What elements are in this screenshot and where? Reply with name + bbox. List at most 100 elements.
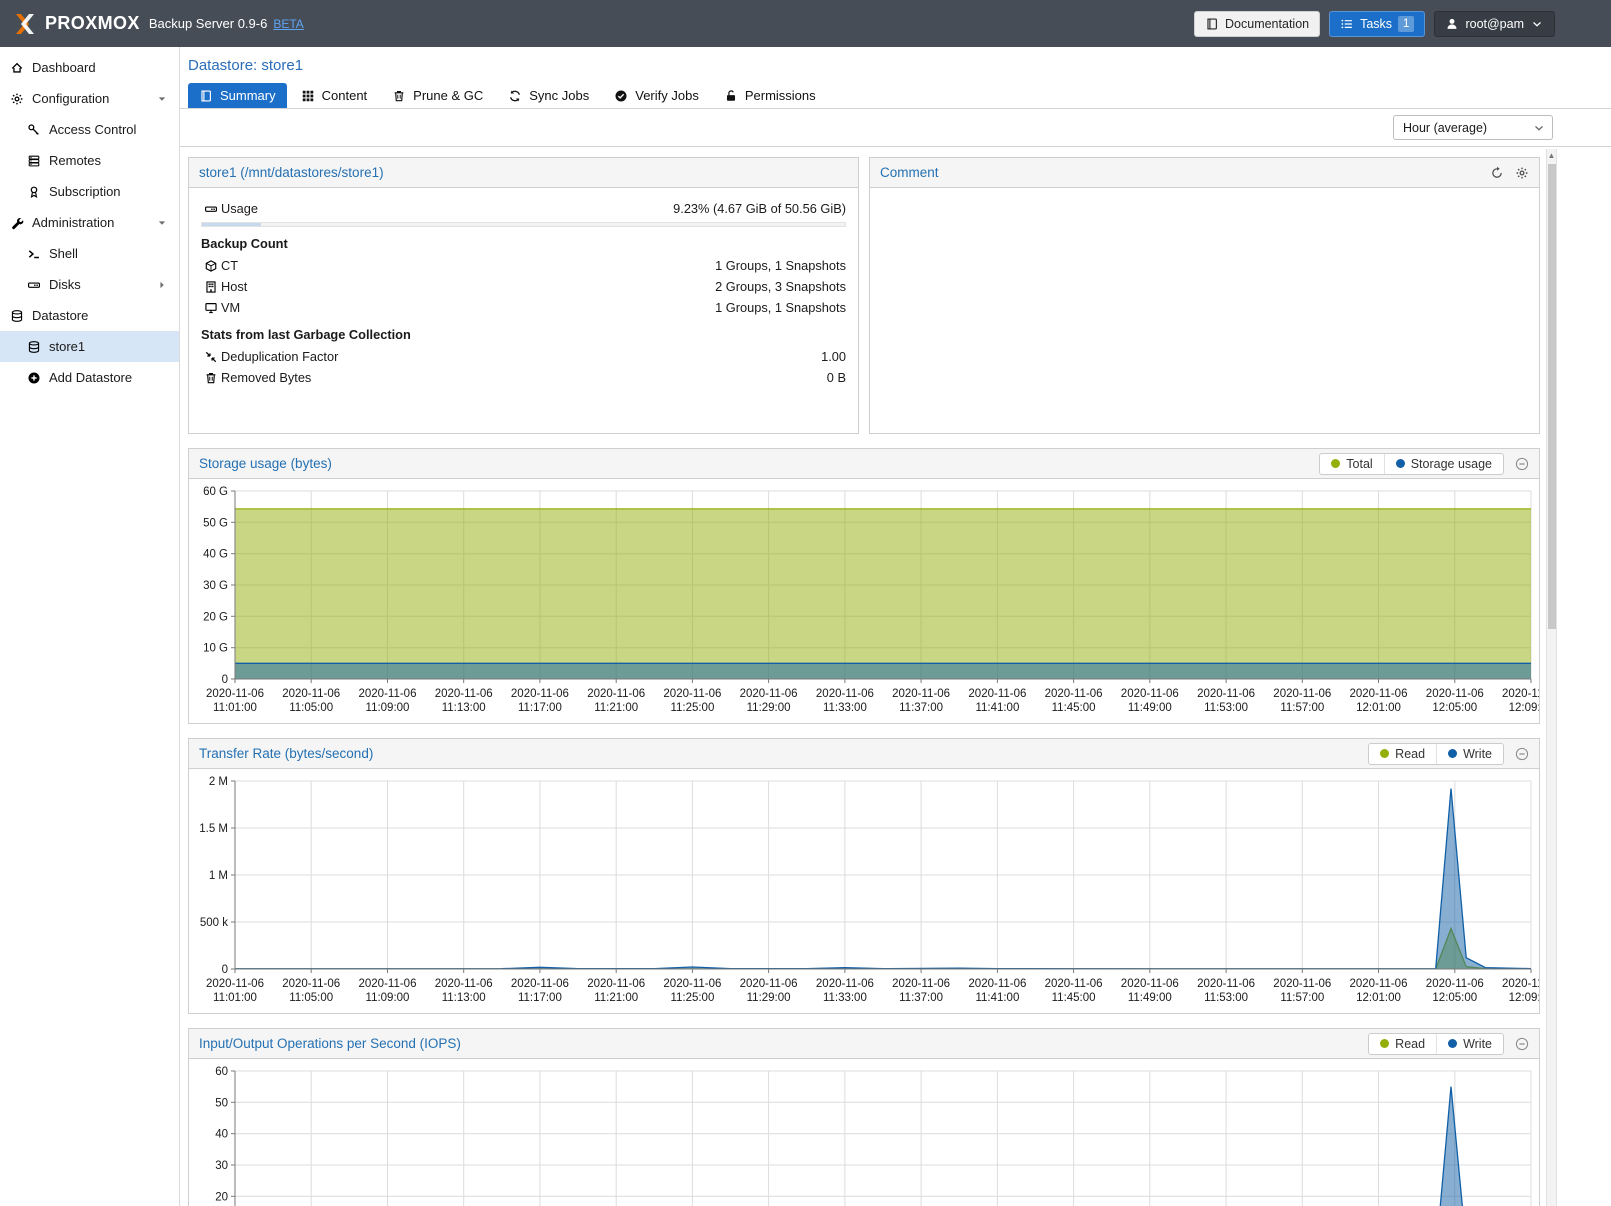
cube-icon bbox=[201, 259, 221, 273]
sidebar-item-datastore[interactable]: Datastore bbox=[0, 300, 179, 331]
tab-permissions[interactable]: Permissions bbox=[713, 83, 827, 108]
svg-text:2020-11-0611:53:00: 2020-11-0611:53:00 bbox=[1197, 688, 1255, 714]
caret-right-icon[interactable] bbox=[155, 278, 169, 292]
tab-content[interactable]: Content bbox=[290, 83, 379, 108]
svg-text:2020-11-0611:33:00: 2020-11-0611:33:00 bbox=[816, 688, 874, 714]
row-value: 0 B bbox=[827, 370, 846, 385]
building-icon bbox=[201, 280, 221, 294]
summary-row-deduplication-factor: Deduplication Factor1.00 bbox=[201, 346, 846, 367]
page-title: Datastore: store1 bbox=[180, 47, 1611, 78]
svg-text:2020-11-0611:09:00: 2020-11-0611:09:00 bbox=[359, 978, 417, 1004]
sidebar-item-label: Disks bbox=[49, 277, 81, 292]
svg-text:1 M: 1 M bbox=[209, 870, 228, 882]
legend-dot bbox=[1448, 749, 1457, 758]
svg-text:2020-11-0612:01:00: 2020-11-0612:01:00 bbox=[1350, 978, 1408, 1004]
period-select[interactable]: Hour (average) bbox=[1393, 115, 1553, 140]
legend-item-write[interactable]: Write bbox=[1436, 1034, 1503, 1054]
svg-text:2020-11-0611:37:00: 2020-11-0611:37:00 bbox=[892, 978, 950, 1004]
chart-toolbar: Hour (average) bbox=[180, 109, 1611, 147]
iops-chart-panel: Input/Output Operations per Second (IOPS… bbox=[188, 1028, 1540, 1206]
comment-body[interactable] bbox=[870, 188, 1539, 208]
legend-item-total[interactable]: Total bbox=[1320, 454, 1383, 474]
comment-panel-tools bbox=[1490, 166, 1529, 180]
ribbon-icon bbox=[27, 185, 41, 199]
sidebar-item-dashboard[interactable]: Dashboard bbox=[0, 52, 179, 83]
sidebar-item-disks[interactable]: Disks bbox=[0, 269, 179, 300]
svg-text:10 G: 10 G bbox=[203, 643, 228, 655]
tab-label: Verify Jobs bbox=[635, 88, 699, 103]
caret-down-icon[interactable] bbox=[155, 216, 169, 230]
tab-label: Sync Jobs bbox=[529, 88, 589, 103]
legend-item-read[interactable]: Read bbox=[1369, 1034, 1436, 1054]
storage-usage-chart-header: Storage usage (bytes) TotalStorage usage bbox=[189, 449, 1539, 479]
collapse-icon[interactable] bbox=[1515, 457, 1529, 471]
row-label: Host bbox=[221, 279, 247, 294]
user-menu-button[interactable]: root@pam bbox=[1434, 11, 1555, 37]
documentation-button[interactable]: Documentation bbox=[1194, 11, 1320, 37]
sidebar-item-label: Add Datastore bbox=[49, 370, 132, 385]
vertical-scrollbar[interactable]: ▲ bbox=[1546, 149, 1557, 1206]
legend-item-read[interactable]: Read bbox=[1369, 744, 1436, 764]
iops-chart-header: Input/Output Operations per Second (IOPS… bbox=[189, 1029, 1539, 1059]
sidebar-item-configuration[interactable]: Configuration bbox=[0, 83, 179, 114]
svg-text:2020-11-0611:49:00: 2020-11-0611:49:00 bbox=[1121, 978, 1179, 1004]
iops-chart: 01020304050602020-11-0611:01:002020-11-0… bbox=[189, 1059, 1539, 1206]
comment-panel-header: Comment bbox=[870, 158, 1539, 188]
svg-text:2020-11-0612:05:00: 2020-11-0612:05:00 bbox=[1426, 688, 1484, 714]
user-icon bbox=[1445, 17, 1459, 31]
gears-icon bbox=[10, 92, 24, 106]
svg-text:2020-11-0612:09:00: 2020-11-0612:09:00 bbox=[1502, 978, 1539, 1004]
collapse-icon[interactable] bbox=[1515, 747, 1529, 761]
svg-text:2020-11-0611:49:00: 2020-11-0611:49:00 bbox=[1121, 688, 1179, 714]
sidebar-item-shell[interactable]: Shell bbox=[0, 238, 179, 269]
datastore-summary-panel: store1 (/mnt/datastores/store1) Usage 9.… bbox=[188, 157, 859, 434]
svg-text:2020-11-0611:45:00: 2020-11-0611:45:00 bbox=[1045, 688, 1103, 714]
svg-text:2020-11-0611:41:00: 2020-11-0611:41:00 bbox=[968, 688, 1026, 714]
lock-open-icon bbox=[724, 89, 738, 103]
topbar: PROXMOX Backup Server 0.9-6 BETA Documen… bbox=[0, 0, 1611, 47]
collapse-icon[interactable] bbox=[1515, 1037, 1529, 1051]
svg-text:2020-11-0611:09:00: 2020-11-0611:09:00 bbox=[359, 688, 417, 714]
svg-text:20: 20 bbox=[215, 1191, 228, 1203]
legend-item-write[interactable]: Write bbox=[1436, 744, 1503, 764]
sidebar-item-label: Shell bbox=[49, 246, 78, 261]
sidebar-item-remotes[interactable]: Remotes bbox=[0, 145, 179, 176]
gear-icon[interactable] bbox=[1515, 166, 1529, 180]
storage-usage-chart: 010 G20 G30 G40 G50 G60 G2020-11-0611:01… bbox=[189, 479, 1539, 723]
sidebar-item-label: store1 bbox=[49, 339, 85, 354]
sidebar-item-add-datastore[interactable]: Add Datastore bbox=[0, 362, 179, 393]
refresh-icon[interactable] bbox=[1490, 166, 1504, 180]
caret-down-icon[interactable] bbox=[155, 92, 169, 106]
usage-progress-fill bbox=[202, 223, 261, 226]
sidebar-item-access-control[interactable]: Access Control bbox=[0, 114, 179, 145]
plus-circle-icon bbox=[27, 371, 41, 385]
svg-text:2020-11-0611:05:00: 2020-11-0611:05:00 bbox=[282, 688, 340, 714]
tab-summary[interactable]: Summary bbox=[188, 83, 287, 108]
sidebar-item-subscription[interactable]: Subscription bbox=[0, 176, 179, 207]
compress-icon bbox=[201, 350, 221, 364]
summary-row-vm: VM1 Groups, 1 Snapshots bbox=[201, 297, 846, 318]
check-circle-icon bbox=[614, 89, 628, 103]
tasks-button[interactable]: Tasks 1 bbox=[1329, 11, 1425, 37]
svg-text:2020-11-0611:41:00: 2020-11-0611:41:00 bbox=[968, 978, 1026, 1004]
tab-verify-jobs[interactable]: Verify Jobs bbox=[603, 83, 710, 108]
usage-label: Usage bbox=[221, 201, 258, 216]
legend-item-storage-usage[interactable]: Storage usage bbox=[1384, 454, 1503, 474]
sidebar-item-store1[interactable]: store1 bbox=[0, 331, 179, 362]
svg-text:2020-11-0611:29:00: 2020-11-0611:29:00 bbox=[740, 978, 798, 1004]
comment-panel: Comment bbox=[869, 157, 1540, 434]
beta-link[interactable]: BETA bbox=[273, 17, 303, 31]
scrollbar-thumb[interactable] bbox=[1548, 164, 1556, 629]
svg-text:40: 40 bbox=[215, 1129, 228, 1141]
wrench-icon bbox=[10, 216, 24, 230]
scroll-up-arrow[interactable]: ▲ bbox=[1547, 149, 1556, 162]
svg-text:50 G: 50 G bbox=[203, 517, 228, 529]
tab-prune-gc[interactable]: Prune & GC bbox=[381, 83, 494, 108]
tab-sync-jobs[interactable]: Sync Jobs bbox=[497, 83, 600, 108]
row-label: VM bbox=[221, 300, 240, 315]
tabbar: SummaryContentPrune & GC Sync Jobs Verify … bbox=[180, 78, 1611, 109]
svg-text:2020-11-0611:21:00: 2020-11-0611:21:00 bbox=[587, 978, 645, 1004]
trash-icon bbox=[201, 371, 221, 385]
hdd-icon bbox=[201, 202, 221, 216]
sidebar-item-administration[interactable]: Administration bbox=[0, 207, 179, 238]
